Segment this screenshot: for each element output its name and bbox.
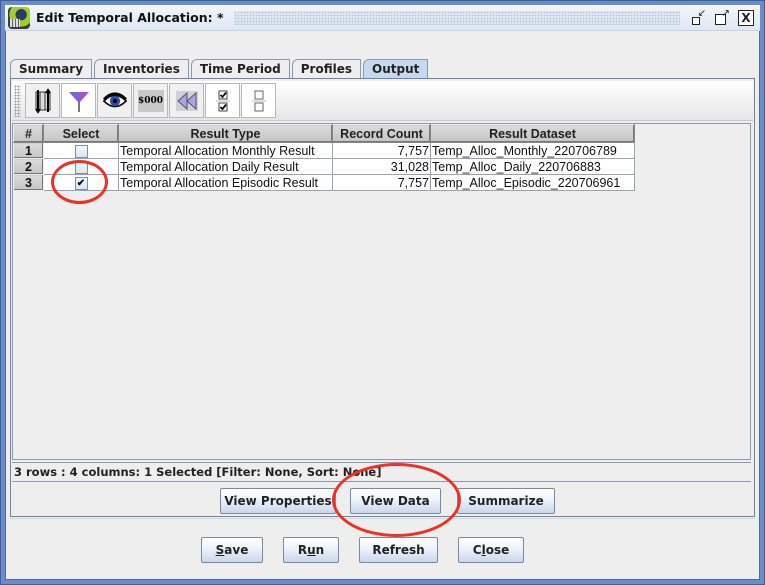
- column-header-result-dataset[interactable]: Result Dataset: [430, 124, 635, 143]
- app-icon: [8, 6, 30, 29]
- row-number: 3: [13, 174, 44, 191]
- column-header-result-type[interactable]: Result Type: [118, 124, 333, 143]
- title-bar-texture: [233, 10, 680, 25]
- toolbar-grip[interactable]: [14, 84, 21, 117]
- close-icon: X: [741, 10, 751, 25]
- tab-inventories[interactable]: Inventories: [94, 59, 189, 79]
- output-actions: View Properties View Data Summarize: [11, 488, 754, 514]
- format-currency-icon: $000: [137, 89, 164, 112]
- table-row[interactable]: 3 ✔ Temporal Allocation Episodic Result …: [13, 174, 635, 191]
- results-table: # Select Result Type Record Count Result…: [13, 124, 635, 191]
- result-dataset-cell: Temp_Alloc_Monthly_220706789: [430, 142, 635, 159]
- results-table-scrollpane[interactable]: # Select Result Type Record Count Result…: [12, 123, 751, 460]
- clear-all-icon: [247, 89, 271, 113]
- output-panel: $000 # Select Result Type Record Count R…: [10, 78, 755, 517]
- tab-summary[interactable]: Summary: [10, 59, 93, 79]
- table-status-bar: 3 rows : 4 columns: 1 Selected [Filter: …: [12, 462, 751, 482]
- result-type-cell: Temporal Allocation Daily Result: [118, 158, 333, 175]
- separator: [10, 518, 755, 519]
- record-count-cell: 7,757: [332, 174, 431, 191]
- result-type-cell: Temporal Allocation Monthly Result: [118, 142, 333, 159]
- column-header-record-count[interactable]: Record Count: [332, 124, 431, 143]
- format-button[interactable]: $000: [133, 83, 168, 118]
- column-header-number[interactable]: #: [13, 124, 44, 143]
- minimize-button[interactable]: ↙: [690, 8, 706, 26]
- reset-icon: [175, 89, 199, 113]
- select-checkbox-checked[interactable]: ✔: [74, 176, 88, 190]
- select-all-icon: [211, 89, 235, 113]
- select-checkbox[interactable]: [74, 160, 88, 174]
- tab-profiles[interactable]: Profiles: [291, 59, 362, 79]
- record-count-cell: 7,757: [332, 142, 431, 159]
- tab-bar: Summary Inventories Time Period Profiles…: [10, 59, 430, 79]
- sort-button[interactable]: [25, 83, 60, 118]
- table-toolbar: $000: [12, 81, 753, 121]
- view-data-button[interactable]: View Data: [350, 488, 441, 514]
- select-cell: [43, 158, 119, 175]
- filter-icon: [67, 89, 91, 113]
- run-button[interactable]: Run: [283, 537, 339, 563]
- tab-time-period[interactable]: Time Period: [190, 59, 290, 79]
- result-type-cell: Temporal Allocation Episodic Result: [118, 174, 333, 191]
- row-number: 2: [13, 158, 44, 175]
- window-title: Edit Temporal Allocation: *: [36, 10, 224, 25]
- select-all-button[interactable]: [205, 83, 240, 118]
- checkmark-icon: ✔: [76, 177, 86, 189]
- tab-output[interactable]: Output: [363, 59, 429, 79]
- column-header-select[interactable]: Select: [43, 124, 119, 143]
- clear-all-button[interactable]: [241, 83, 276, 118]
- view-properties-button[interactable]: View Properties: [220, 488, 336, 514]
- select-cell: ✔: [43, 174, 119, 191]
- table-row[interactable]: 1 Temporal Allocation Monthly Result 7,7…: [13, 142, 635, 159]
- summarize-button[interactable]: Summarize: [457, 488, 555, 514]
- refresh-button[interactable]: Refresh: [359, 537, 438, 563]
- reset-button[interactable]: [169, 83, 204, 118]
- select-cell: [43, 142, 119, 159]
- table-row[interactable]: 2 Temporal Allocation Daily Result 31,02…: [13, 158, 635, 175]
- close-window-button[interactable]: X: [738, 9, 754, 26]
- select-checkbox[interactable]: [74, 144, 88, 158]
- eye-icon: [102, 89, 127, 113]
- result-dataset-cell: Temp_Alloc_Episodic_220706961: [430, 174, 635, 191]
- save-button[interactable]: Save: [201, 537, 263, 563]
- result-dataset-cell: Temp_Alloc_Daily_220706883: [430, 158, 635, 175]
- sort-columns-icon: [31, 87, 55, 114]
- filter-button[interactable]: [61, 83, 96, 118]
- title-bar[interactable]: Edit Temporal Allocation: * ↙ ↗ X: [5, 5, 760, 31]
- maximize-button[interactable]: ↗: [714, 8, 730, 26]
- record-count-cell: 31,028: [332, 158, 431, 175]
- close-button[interactable]: Cl ose: [458, 537, 524, 563]
- row-number: 1: [13, 142, 44, 159]
- show-columns-button[interactable]: [97, 83, 132, 118]
